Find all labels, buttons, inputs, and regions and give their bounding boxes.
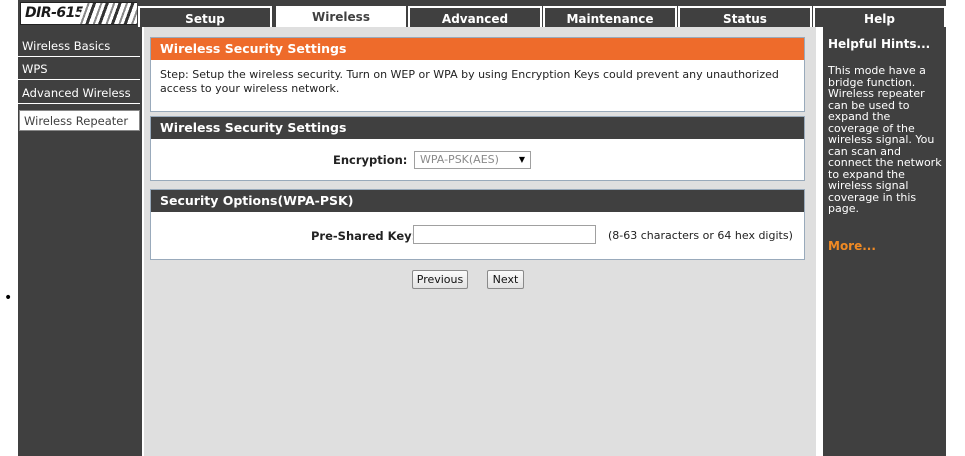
tab-help[interactable]: Help	[813, 6, 946, 27]
psk-input[interactable]	[413, 225, 596, 244]
security-title: Wireless Security Settings	[151, 117, 804, 139]
security-panel: Wireless Security Settings Encryption: W…	[150, 116, 805, 181]
help-body: This mode have a bridge function. Wirele…	[828, 64, 942, 215]
encryption-label: Encryption:	[333, 153, 408, 167]
previous-button[interactable]: Previous	[412, 270, 468, 289]
dlink-logo: DIR-615	[20, 2, 137, 25]
sidebar: Wireless Basics WPS Advanced Wireless Wi…	[18, 27, 142, 456]
main-content: Wireless Security Settings Step: Setup t…	[144, 27, 816, 456]
psk-label: Pre-Shared Key:	[311, 229, 417, 243]
sidebar-item-wireless-basics[interactable]: Wireless Basics	[18, 36, 140, 57]
security-options-panel: Security Options(WPA-PSK) Pre-Shared Key…	[150, 189, 805, 260]
help-title: Helpful Hints...	[828, 37, 931, 51]
model-name: DIR-615	[25, 5, 85, 21]
intro-text: Step: Setup the wireless security. Turn …	[160, 68, 779, 95]
psk-hint: (8-63 characters or 64 hex digits)	[608, 229, 793, 242]
intro-title: Wireless Security Settings	[151, 38, 804, 60]
intro-panel: Wireless Security Settings Step: Setup t…	[150, 37, 805, 112]
encryption-select[interactable]: WPA-PSK(AES) ▼	[414, 151, 531, 169]
bullet-dot: •	[4, 290, 13, 306]
tab-setup[interactable]: Setup	[138, 6, 272, 27]
tab-maintenance[interactable]: Maintenance	[543, 6, 677, 27]
sidebar-item-wps[interactable]: WPS	[18, 59, 140, 80]
tab-status[interactable]: Status	[678, 6, 812, 27]
security-options-title: Security Options(WPA-PSK)	[151, 190, 804, 212]
tab-wireless[interactable]: Wireless	[274, 4, 408, 27]
sidebar-item-wireless-repeater[interactable]: Wireless Repeater	[19, 110, 140, 131]
help-panel: Helpful Hints... This mode have a bridge…	[823, 27, 946, 456]
logo-stripes-icon	[77, 3, 137, 24]
next-button[interactable]: Next	[487, 270, 524, 289]
chevron-down-icon: ▼	[518, 155, 525, 164]
more-link[interactable]: More...	[828, 239, 876, 253]
encryption-value: WPA-PSK(AES)	[420, 153, 499, 166]
tab-advanced[interactable]: Advanced	[408, 6, 542, 27]
sidebar-item-advanced-wireless[interactable]: Advanced Wireless	[18, 83, 140, 104]
